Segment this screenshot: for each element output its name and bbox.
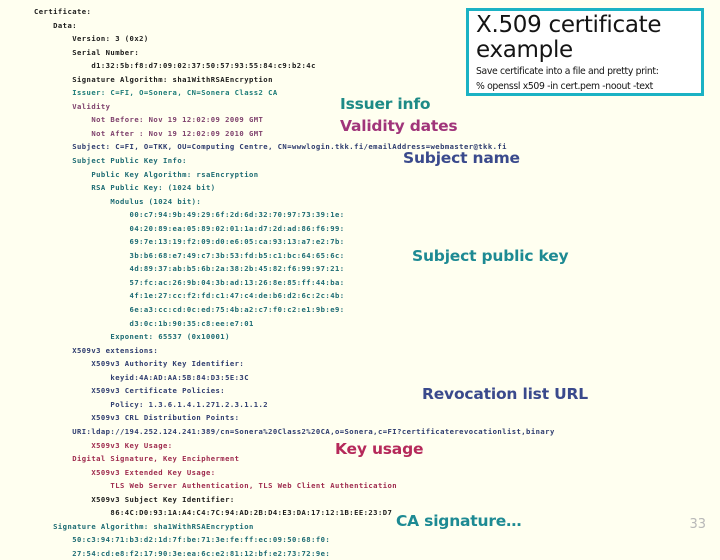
cert-line: X509v3 Subject Key Identifier: [34, 494, 235, 504]
callout-validity-dates: Validity dates [340, 117, 458, 135]
cert-line: d3:0c:1b:90:35:c8:ee:e7:01 [34, 318, 254, 328]
cert-line: keyid:4A:AD:AA:5B:84:D3:5E:3C [34, 372, 249, 382]
callout-revocation-list-url: Revocation list URL [422, 385, 588, 403]
title-line-1: X.509 certificate [476, 12, 662, 38]
cert-line: Policy: 1.3.6.1.4.1.271.2.3.1.1.2 [34, 399, 269, 409]
slide-canvas: Certificate: Data: Version: 3 (0x2) Seri… [0, 0, 720, 558]
cert-line: RSA Public Key: (1024 bit) [34, 183, 216, 193]
cert-line: X509v3 Certificate Policies: [34, 386, 226, 396]
cert-line: 6e:a3:cc:cd:0c:ed:75:4b:a2:c7:f0:c2:e1:9… [34, 305, 345, 315]
page-number: 33 [689, 517, 706, 532]
cert-line: 27:54:cd:e8:f2:17:90:3e:ea:6c:e2:81:12:b… [34, 548, 331, 558]
cert-line: URI:ldap://194.252.124.241:389/cn=Sonera… [34, 426, 555, 436]
title-card: X.509 certificate example Save certifica… [466, 8, 704, 96]
cert-line: 00:c7:94:9b:49:29:6f:2d:6d:32:70:97:73:3… [34, 210, 345, 220]
cert-line: 4d:89:37:ab:b5:6b:2a:38:2b:45:82:f6:99:9… [34, 264, 345, 274]
cert-line: 4f:1e:27:cc:f2:fd:c1:47:c4:de:b6:d2:6c:2… [34, 291, 345, 301]
cert-line: Subject Public Key Info: [34, 156, 187, 166]
cert-line: 50:c3:94:71:b3:d2:1d:7f:be:71:3e:fe:ff:e… [34, 535, 331, 545]
cert-line: 86:4C:D0:93:1A:A4:C4:7C:94:AD:2B:D4:E3:D… [34, 508, 393, 518]
cert-line: 04:20:89:ea:05:89:02:01:1a:d7:2d:ad:86:f… [34, 223, 345, 233]
callout-key-usage: Key usage [335, 440, 424, 458]
callout-subject-name: Subject name [403, 149, 520, 167]
cert-line: Modulus (1024 bit): [34, 196, 202, 206]
cert-line: TLS Web Server Authentication, TLS Web C… [34, 481, 398, 491]
callout-issuer-info: Issuer info [340, 95, 431, 113]
title-subtext-line-1: Save certificate into a file and pretty … [476, 66, 659, 77]
cert-line: Exponent: 65537 (0x10001) [34, 332, 230, 342]
cert-line: X509v3 CRL Distribution Points: [34, 413, 240, 423]
title-line-2: example [476, 37, 573, 63]
cert-line: X509v3 extensions: [34, 345, 159, 355]
cert-line: Public Key Algorithm: rsaEncryption [34, 169, 259, 179]
cert-line: Signature Algorithm: sha1WithRSAEncrypti… [34, 521, 254, 531]
cert-line: X509v3 Extended Key Usage: [34, 467, 216, 477]
cert-line: X509v3 Authority Key Identifier: [34, 359, 245, 369]
cert-line: Subject: C=FI, O=TKK, OU=Computing Centr… [34, 142, 507, 152]
cert-line: 57:fc:ac:26:9b:04:3b:ad:13:26:8e:85:ff:4… [34, 277, 345, 287]
cert-line: 69:7e:13:19:f2:09:d0:e6:05:ca:93:13:a7:e… [34, 237, 345, 247]
title-subtext-line-2: % openssl x509 -in cert.pem -noout -text [476, 81, 653, 92]
cert-line: 3b:b6:68:e7:49:c7:3b:53:fd:b5:c1:bc:64:6… [34, 250, 345, 260]
callout-ca-signature: CA signature… [396, 512, 522, 530]
callout-subject-public-key: Subject public key [412, 247, 569, 265]
